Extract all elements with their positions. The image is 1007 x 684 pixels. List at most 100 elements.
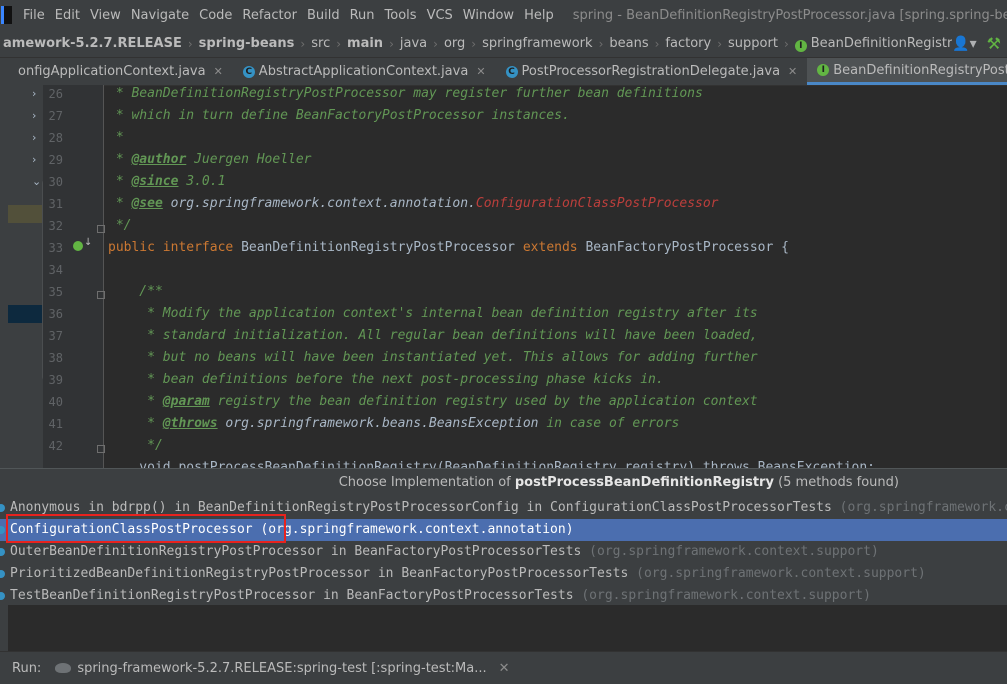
menu-run[interactable]: Run: [345, 8, 380, 23]
hammer-icon[interactable]: ⚒: [987, 34, 1001, 53]
line-number: 32: [48, 219, 63, 233]
menu-bar: File Edit View Navigate Code Refactor Bu…: [0, 0, 1007, 30]
arrow-down-icon: ↓: [84, 237, 93, 248]
project-row-selected: [8, 305, 43, 323]
menu-refactor[interactable]: Refactor: [237, 8, 302, 23]
tab-label: BeanDefinitionRegistryPostProcessor.java: [833, 62, 1007, 78]
line-number: 39: [48, 373, 63, 387]
menu-help[interactable]: Help: [519, 8, 559, 23]
gradle-elephant-icon: [55, 663, 72, 673]
breadcrumb-src[interactable]: src: [308, 36, 333, 51]
run-tool-window-bar: Run: spring-framework-5.2.7.RELEASE:spri…: [0, 651, 1007, 684]
implementations-gutter-icon[interactable]: [73, 241, 83, 251]
project-row-highlight: [8, 205, 43, 223]
close-icon[interactable]: ✕: [788, 65, 797, 78]
breadcrumb-support[interactable]: support: [725, 36, 781, 51]
chevron-right-icon: ›: [598, 36, 604, 51]
line-number: 31: [48, 197, 63, 211]
line-number: 40: [48, 395, 63, 409]
code-line-35: /**: [108, 284, 163, 299]
menu-navigate[interactable]: Navigate: [126, 8, 194, 23]
code-line-28: *: [108, 130, 124, 145]
user-icon[interactable]: 👤▾: [952, 36, 976, 52]
breadcrumb: amework-5.2.7.RELEASE › spring-beans › s…: [0, 30, 1007, 58]
class-icon: C: [242, 65, 255, 78]
breadcrumb-java[interactable]: java: [397, 36, 430, 51]
line-number: 29: [48, 153, 63, 167]
chevron-right-icon: ›: [654, 36, 660, 51]
code-line-26: * BeanDefinitionRegistryPostProcessor ma…: [108, 86, 703, 101]
code-line-27: * which in turn define BeanFactoryPostPr…: [108, 108, 570, 123]
code-line-29: * @author Juergen Hoeller: [108, 152, 312, 167]
code-line-38: * but no beans will have been instantiat…: [108, 350, 758, 365]
chevron-right-icon: ›: [433, 36, 438, 51]
fold-marker-icon[interactable]: [97, 291, 105, 299]
line-number: 27: [48, 109, 63, 123]
breadcrumb-main[interactable]: main: [344, 36, 386, 51]
breadcrumb-factory[interactable]: factory: [662, 36, 714, 51]
menu-window[interactable]: Window: [458, 8, 519, 23]
line-number: 42: [48, 439, 63, 453]
code-line-33: public interface BeanDefinitionRegistryP…: [108, 240, 789, 255]
breadcrumb-project[interactable]: amework-5.2.7.RELEASE: [0, 36, 185, 51]
menu-edit[interactable]: Edit: [50, 8, 85, 23]
line-number: 34: [48, 263, 63, 277]
line-number: 30: [48, 175, 63, 189]
tab-label: PostProcessorRegistrationDelegate.java: [521, 64, 781, 79]
line-number: 26: [48, 87, 63, 101]
chevron-right-icon: ›: [471, 36, 477, 51]
close-icon[interactable]: ✕: [476, 65, 485, 78]
code-line-32: */: [108, 218, 132, 233]
code-line-39: * bean definitions before the next post-…: [108, 372, 664, 387]
line-number: 41: [48, 417, 63, 431]
code-line-30: * @since 3.0.1: [108, 174, 226, 189]
tab-config-application-context[interactable]: onfigApplicationContext.java ✕: [8, 58, 233, 85]
implementation-item[interactable]: TestBeanDefinitionRegistryPostProcessor …: [0, 585, 1007, 607]
close-icon[interactable]: ✕: [214, 65, 223, 78]
menu-tools[interactable]: Tools: [380, 8, 422, 23]
intellij-logo-icon: [1, 6, 12, 24]
implementation-item[interactable]: PrioritizedBeanDefinitionRegistryPostPro…: [0, 563, 1007, 585]
menu-view[interactable]: View: [85, 8, 126, 23]
class-icon: [0, 504, 5, 512]
menu-code[interactable]: Code: [194, 8, 237, 23]
breadcrumb-module[interactable]: spring-beans: [196, 36, 298, 51]
breadcrumb-org[interactable]: org: [441, 36, 468, 51]
line-number: 28: [48, 131, 63, 145]
breadcrumb-beans[interactable]: beans: [606, 36, 651, 51]
breadcrumb-springframework[interactable]: springframework: [479, 36, 595, 51]
expand-arrow-icon[interactable]: ›: [32, 131, 36, 144]
tab-label: onfigApplicationContext.java: [18, 64, 206, 79]
close-icon[interactable]: ✕: [499, 661, 510, 676]
chevron-right-icon: ›: [336, 36, 342, 51]
interface-icon: I: [794, 39, 807, 52]
tab-bean-definition-registry-post-processor[interactable]: I BeanDefinitionRegistryPostProcessor.ja…: [807, 58, 1007, 85]
tab-abstract-application-context[interactable]: C AbstractApplicationContext.java ✕: [233, 58, 496, 85]
code-line-41: * @throws org.springframework.beans.Bean…: [108, 416, 680, 431]
expand-arrow-icon[interactable]: ›: [32, 109, 36, 122]
implementation-item[interactable]: OuterBeanDefinitionRegistryPostProcessor…: [0, 541, 1007, 563]
fold-marker-icon[interactable]: [97, 445, 105, 453]
menu-vcs[interactable]: VCS: [422, 8, 458, 23]
menu-file[interactable]: File: [18, 8, 50, 23]
toolbar-right: 👤▾ ⚒: [952, 30, 1007, 57]
collapse-arrow-icon[interactable]: ⌄: [32, 175, 41, 188]
line-number: 36: [48, 307, 63, 321]
class-icon: [0, 592, 5, 600]
line-number: 38: [48, 351, 63, 365]
popup-title: Choose Implementation of postProcessBean…: [338, 475, 899, 490]
expand-arrow-icon[interactable]: ›: [32, 87, 36, 100]
run-config-tab[interactable]: spring-framework-5.2.7.RELEASE:spring-te…: [77, 661, 486, 676]
menu-build[interactable]: Build: [302, 8, 345, 23]
code-line-37: * standard initialization. All regular b…: [108, 328, 758, 343]
tab-label: AbstractApplicationContext.java: [258, 64, 469, 79]
code-line-40: * @param registry the bean definition re…: [108, 394, 758, 409]
code-line-42: */: [108, 438, 163, 453]
expand-arrow-icon[interactable]: ›: [32, 153, 36, 166]
interface-icon: I: [817, 64, 830, 76]
chevron-right-icon: ›: [300, 36, 306, 51]
chevron-right-icon: ›: [389, 36, 394, 51]
fold-marker-icon[interactable]: [97, 225, 105, 233]
tab-post-processor-registration-delegate[interactable]: C PostProcessorRegistrationDelegate.java…: [496, 58, 808, 85]
class-icon: [0, 526, 5, 534]
